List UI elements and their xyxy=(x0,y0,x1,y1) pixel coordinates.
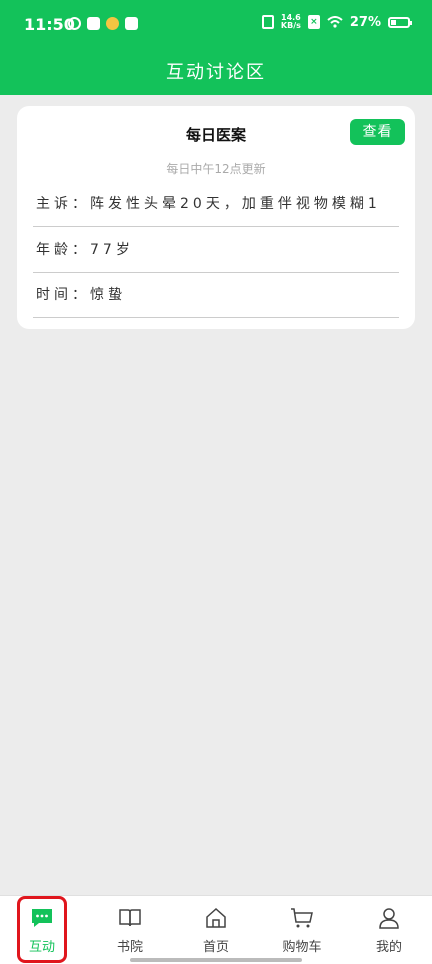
tab-mine-label: 我的 xyxy=(375,940,402,955)
age-label: 年龄： xyxy=(36,242,90,258)
battery-icon xyxy=(388,16,412,28)
net-speed: 14.6 KB/s xyxy=(281,14,301,30)
age-value: 77岁 xyxy=(90,242,134,258)
cart-icon xyxy=(290,906,314,930)
book-icon xyxy=(118,906,142,930)
view-button[interactable]: 查看 xyxy=(350,119,405,145)
user-icon xyxy=(377,906,401,930)
notification-mail-icon xyxy=(125,17,138,30)
net-speed-unit: KB/s xyxy=(280,21,301,30)
chief-complaint-row: 主诉：阵发性头晕20天，加重伴视物模糊1 xyxy=(33,181,399,227)
chief-complaint-value: 阵发性头晕20天，加重伴视物模糊1 xyxy=(90,196,381,212)
vibrate-icon xyxy=(261,15,274,29)
notification-game-icon xyxy=(87,17,100,30)
selection-highlight xyxy=(17,896,67,963)
tab-cart-label: 购物车 xyxy=(282,940,322,955)
status-right: 14.6 KB/s × 27% xyxy=(261,14,412,30)
time-label: 时间： xyxy=(36,287,90,303)
no-sim-icon: × xyxy=(307,15,320,29)
notification-icons xyxy=(68,17,138,30)
tab-academy-label: 书院 xyxy=(116,940,143,955)
daily-case-card: 每日医案 查看 每日中午12点更新 主诉：阵发性头晕20天，加重伴视物模糊1 年… xyxy=(17,106,415,329)
age-row: 年龄：77岁 xyxy=(33,227,399,273)
status-bar: 11:50 14.6 KB/s × 27% xyxy=(0,0,432,50)
tab-home[interactable]: 首页 xyxy=(186,906,246,962)
time-value: 惊蛰 xyxy=(90,287,126,303)
tab-academy[interactable]: 书院 xyxy=(100,906,160,962)
notification-app-icon xyxy=(68,17,81,30)
wifi-icon xyxy=(327,16,343,28)
tab-mine[interactable]: 我的 xyxy=(359,906,419,962)
home-indicator[interactable] xyxy=(130,958,302,962)
home-icon xyxy=(204,906,228,930)
chief-complaint-label: 主诉： xyxy=(36,196,90,212)
update-note: 每日中午12点更新 xyxy=(166,162,266,176)
time-row: 时间：惊蛰 xyxy=(33,272,399,318)
tab-cart[interactable]: 购物车 xyxy=(272,906,332,962)
page-title: 互动讨论区 xyxy=(166,62,266,83)
tab-home-label: 首页 xyxy=(202,940,229,955)
battery-percent: 27% xyxy=(349,14,381,30)
notification-sync-icon xyxy=(106,17,119,30)
